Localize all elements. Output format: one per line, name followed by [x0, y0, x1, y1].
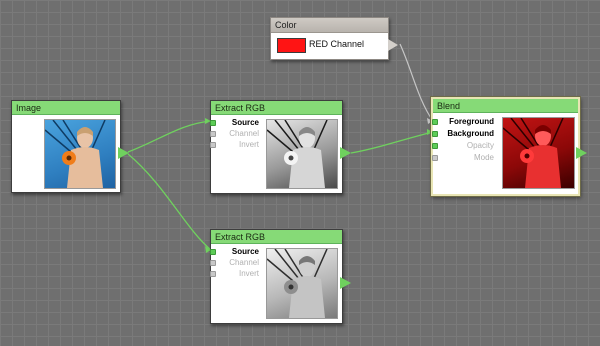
node-title: Extract RGB — [211, 101, 342, 115]
extract-1-output-port[interactable] — [340, 147, 351, 159]
opacity-port[interactable] — [432, 143, 438, 149]
invert-port[interactable] — [210, 271, 216, 277]
portrait-illustration — [267, 120, 328, 188]
mode-port[interactable] — [432, 155, 438, 161]
image-output-port[interactable] — [118, 147, 129, 159]
extract-rgb-node-2[interactable]: Extract RGB Source Channel Invert — [210, 229, 351, 324]
node-title: Blend — [433, 99, 578, 113]
image-thumbnail — [44, 119, 116, 189]
node-title: Extract RGB — [211, 230, 342, 244]
port-label-channel: Channel — [229, 129, 259, 138]
channel-port[interactable] — [210, 260, 216, 266]
node-title: Image — [12, 101, 120, 115]
portrait-illustration — [267, 249, 328, 318]
wire-extract1-to-blend — [350, 131, 434, 154]
color-output-port[interactable] — [388, 39, 398, 51]
port-label-source: Source — [231, 247, 259, 256]
wire-color-to-blend — [399, 43, 434, 122]
port-label-mode: Mode — [473, 153, 494, 162]
port-label-foreground: Foreground — [449, 117, 494, 126]
blend-output-port[interactable] — [576, 147, 587, 159]
blend-node[interactable]: Blend Foreground Background Opacity Mode — [431, 97, 587, 196]
port-label-invert: Invert — [238, 269, 259, 278]
wire-image-to-extract1 — [127, 120, 212, 153]
invert-port[interactable] — [210, 142, 216, 148]
blend-thumbnail — [502, 117, 575, 189]
node-title: Color — [271, 18, 388, 33]
wire-image-to-extract2 — [127, 153, 212, 251]
channel-port[interactable] — [210, 131, 216, 137]
portrait-illustration — [503, 118, 564, 188]
portrait-illustration — [45, 120, 106, 188]
node-graph-canvas[interactable]: Image Extract RGB Source Channel Invert — [0, 0, 600, 346]
source-port[interactable] — [210, 249, 216, 255]
background-port[interactable] — [432, 131, 438, 137]
extract-2-output-port[interactable] — [340, 277, 351, 289]
port-label-opacity: Opacity — [466, 141, 494, 150]
color-node[interactable]: Color RED Channel — [270, 17, 398, 60]
port-label-source: Source — [231, 118, 259, 127]
port-label-invert: Invert — [238, 140, 259, 149]
port-label-background: Background — [447, 129, 494, 138]
color-value-label: RED Channel — [309, 39, 365, 49]
image-node[interactable]: Image — [11, 100, 129, 193]
extract-rgb-node-1[interactable]: Extract RGB Source Channel Invert — [210, 100, 351, 194]
color-swatch[interactable] — [277, 38, 306, 53]
extract-thumbnail — [266, 248, 338, 319]
source-port[interactable] — [210, 120, 216, 126]
port-label-channel: Channel — [229, 258, 259, 267]
foreground-port[interactable] — [432, 119, 438, 125]
extract-thumbnail — [266, 119, 338, 189]
